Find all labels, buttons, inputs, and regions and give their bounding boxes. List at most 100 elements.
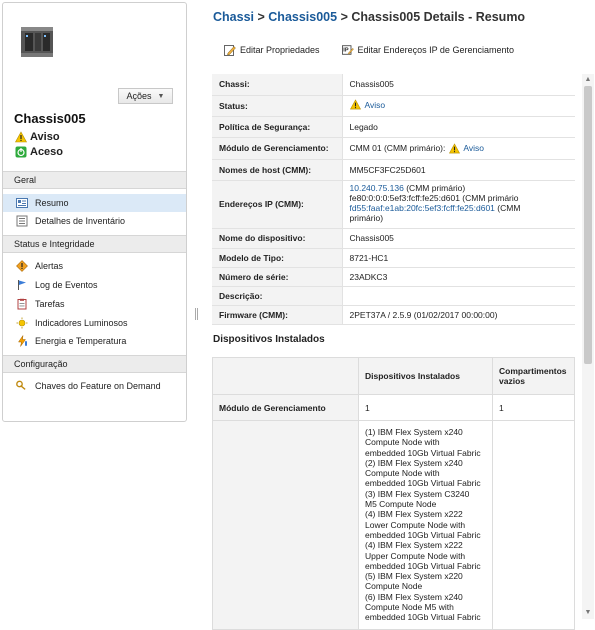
management-module-status-link[interactable]: Aviso	[463, 143, 484, 153]
property-value: 2PET37A / 2.5.9 (01/02/2017 00:00:00)	[342, 305, 575, 325]
device-line: embedded 10Gb Virtual Fabric	[365, 612, 481, 623]
status-power-label: Aceso	[30, 146, 64, 158]
property-value: Legado	[342, 116, 575, 138]
device-line: Compute Node M5 with	[365, 602, 454, 613]
device-line: M5 Compute Node	[365, 499, 437, 510]
edit-icon	[224, 44, 236, 56]
summary-icon	[16, 197, 28, 209]
section-geral: Geral	[3, 171, 186, 189]
property-key: Nome do dispositivo:	[212, 228, 343, 249]
property-key: Firmware (CMM):	[212, 305, 343, 325]
nav-item-label: Alertas	[35, 261, 64, 271]
device-line: Upper Compute Node with	[365, 550, 466, 561]
column-header-empty-bays: Compartimentos vazios	[492, 357, 575, 395]
device-line: (3) IBM Flex System C3240	[365, 488, 470, 499]
flag-icon	[16, 279, 28, 291]
ip-text: fe80:0:0:0:5ef3:fcff:fe25:d601 (CMM prim…	[349, 193, 519, 204]
edit-properties-button[interactable]: Editar Propriedades	[224, 44, 320, 56]
nav-item-power-temperature[interactable]: Energia e Temperatura	[3, 332, 186, 350]
property-value: 8721-HC1	[342, 248, 575, 268]
device-line: embedded 10Gb Virtual Fabric	[365, 478, 481, 489]
scroll-up-icon[interactable]: ▲	[584, 76, 592, 84]
table-row: Endereços IP (CMM): 10.240.75.136 (CMM p…	[212, 180, 575, 229]
empty-bays-count: 1	[492, 394, 575, 421]
nav-item-light-indicators[interactable]: Indicadores Luminosos	[3, 314, 186, 332]
property-value: Aviso	[342, 95, 575, 117]
device-line: Compute Node with	[365, 437, 440, 448]
property-key: Modelo de Tipo:	[212, 248, 343, 268]
edit-ip-button[interactable]: IP Editar Endereços IP de Gerenciamento	[341, 44, 514, 56]
nav-item-fod-keys[interactable]: Chaves do Feature on Demand	[3, 377, 186, 395]
tasks-icon	[16, 298, 28, 310]
actions-label: Ações	[126, 91, 152, 101]
table-row: Descrição:	[212, 286, 575, 306]
breadcrumb: Chassi > Chassis005 > Chassis005 Details…	[213, 10, 525, 24]
vertical-scrollbar[interactable]: ▲ ▼	[582, 74, 594, 619]
row-label: Módulo de Gerenciamento	[212, 394, 359, 421]
device-line: embedded 10Gb Virtual Fabric	[365, 560, 481, 571]
device-line: (1) IBM Flex System x240	[365, 427, 463, 437]
panel-splitter-handle[interactable]	[195, 308, 198, 320]
installed-devices-table: Dispositivos Instalados Compartimentos v…	[212, 357, 575, 630]
property-key: Descrição:	[212, 286, 343, 306]
edit-properties-label: Editar Propriedades	[240, 45, 320, 55]
device-line: (5) IBM Flex System x220	[365, 571, 463, 582]
table-row: Módulo de Gerenciamento 1 1	[212, 394, 575, 421]
status-link[interactable]: Aviso	[365, 100, 386, 110]
breadcrumb-root-link[interactable]: Chassi	[213, 10, 254, 24]
light-icon	[16, 317, 28, 329]
table-row: Nomes de host (CMM): MM5CF3FC25D601	[212, 159, 575, 181]
chassis-image	[15, 19, 59, 63]
row-label	[212, 420, 359, 630]
nav-item-label: Indicadores Luminosos	[35, 318, 128, 328]
management-module-name: CMM 01 (CMM primário):	[349, 143, 446, 153]
device-line: (4) IBM Flex System x222	[365, 509, 463, 520]
page-title: Chassis005 Details - Resumo	[351, 10, 526, 24]
warning-icon	[15, 131, 27, 143]
property-value: MM5CF3FC25D601	[342, 159, 575, 181]
actions-button[interactable]: Ações ▼	[118, 88, 173, 104]
ip-suffix: (CMM primário)	[403, 183, 466, 194]
table-row: Módulo de Gerenciamento: CMM 01 (CMM pri…	[212, 137, 575, 160]
status-warning-label: Aviso	[30, 131, 60, 143]
device-line: embedded 10Gb Virtual Fabric	[365, 529, 481, 540]
table-row: Política de Segurança: Legado	[212, 116, 575, 138]
power-on-icon	[15, 146, 27, 158]
property-key: Status:	[212, 95, 343, 117]
property-key: Módulo de Gerenciamento:	[212, 137, 343, 160]
warning-icon	[448, 142, 460, 154]
ip-link[interactable]: fd55:faaf:e1ab:20fc:5ef3:fcff:fe25:d601	[350, 203, 495, 213]
property-key: Endereços IP (CMM):	[212, 180, 343, 229]
toolbar: Editar Propriedades IP Editar Endereços …	[224, 44, 514, 56]
ip-suffix: (CMM	[494, 203, 521, 213]
property-value: Chassis005	[342, 228, 575, 249]
installed-device-list: (1) IBM Flex System x240 Compute Node wi…	[358, 420, 493, 630]
nav-item-inventory[interactable]: Detalhes de Inventário	[3, 212, 186, 230]
breadcrumb-separator: >	[257, 10, 265, 24]
device-panel: Ações ▼ Chassis005 Aviso Aceso Geral Res…	[2, 2, 187, 422]
breadcrumb-parent-link[interactable]: Chassis005	[268, 10, 337, 24]
nav-item-summary[interactable]: Resumo	[3, 194, 186, 212]
column-header-empty	[212, 357, 359, 395]
section-configuration: Configuração	[3, 355, 186, 373]
nav-item-label: Resumo	[35, 198, 69, 208]
scroll-down-icon[interactable]: ▼	[584, 609, 592, 617]
key-icon	[16, 380, 28, 392]
table-row: Status: Aviso	[212, 95, 575, 117]
nav-item-tasks[interactable]: Tarefas	[3, 295, 186, 313]
breadcrumb-separator: >	[340, 10, 348, 24]
installed-devices-title: Dispositivos Instalados	[213, 334, 325, 345]
chevron-down-icon: ▼	[157, 92, 165, 100]
alert-icon	[16, 260, 28, 272]
empty-bays-cell	[492, 420, 575, 630]
nav-item-alerts[interactable]: Alertas	[3, 257, 186, 275]
property-value	[342, 286, 575, 306]
power-temperature-icon	[16, 335, 28, 347]
table-row: Chassi: Chassis005	[212, 74, 575, 96]
nav-item-label: Tarefas	[35, 299, 65, 309]
ip-link[interactable]: 10.240.75.136	[350, 183, 404, 194]
nav-item-label: Chaves do Feature on Demand	[35, 381, 161, 391]
scrollbar-thumb[interactable]	[584, 86, 592, 364]
nav-item-event-log[interactable]: Log de Eventos	[3, 276, 186, 294]
table-row: (1) IBM Flex System x240 Compute Node wi…	[212, 420, 575, 630]
